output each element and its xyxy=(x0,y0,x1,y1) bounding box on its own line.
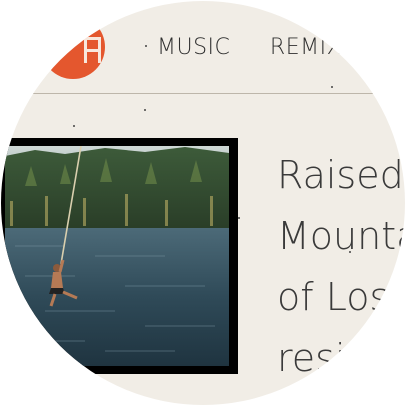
decorative-dot xyxy=(73,125,75,127)
decorative-dot xyxy=(145,45,147,47)
hero-text-line: Raised xyxy=(277,153,404,197)
site-logo[interactable] xyxy=(41,15,105,79)
nav-item-music[interactable]: MUSIC xyxy=(157,35,230,60)
hero-text-line: resid xyxy=(277,336,370,380)
decorative-dot xyxy=(238,217,240,219)
main-nav: MUSIC REMIX xyxy=(157,35,374,60)
nav-item-remix[interactable]: REMIX xyxy=(270,35,342,60)
logo-stroke xyxy=(85,49,101,52)
hero-photo-frame xyxy=(1,138,238,374)
page-viewport: MUSIC REMIX Raised Mount of Los resid xyxy=(1,1,405,405)
hero-text-line: Mountai xyxy=(277,214,405,258)
hero-text: Raised Mountai of Los resid xyxy=(277,145,405,389)
rope-swing-lake-photo[interactable] xyxy=(5,146,229,366)
hero-text-line: of Los xyxy=(277,275,390,319)
decorative-dot xyxy=(144,109,146,111)
photo-image xyxy=(5,146,229,366)
decorative-dot xyxy=(331,86,333,88)
header-divider xyxy=(1,93,405,94)
